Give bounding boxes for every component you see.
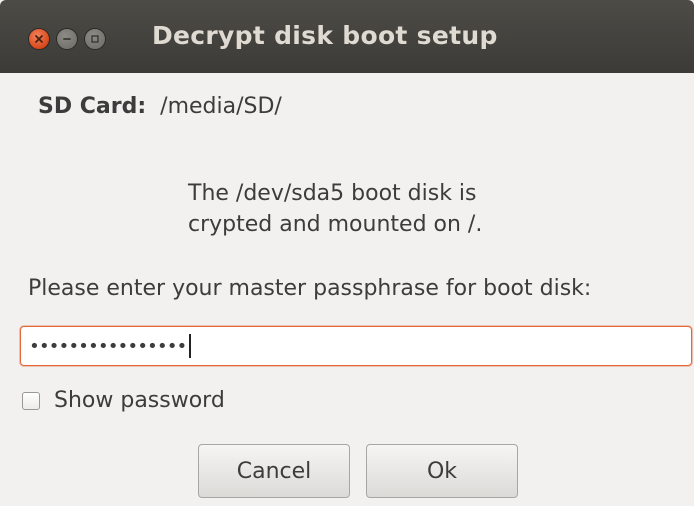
close-icon xyxy=(35,35,43,43)
show-password-label[interactable]: Show password xyxy=(54,388,225,413)
show-password-row[interactable]: Show password xyxy=(22,388,225,413)
sd-card-path: /media/SD/ xyxy=(160,94,282,119)
title-bar[interactable]: Decrypt disk boot setup xyxy=(0,0,694,73)
ok-button[interactable]: Ok xyxy=(366,444,518,498)
passphrase-input[interactable]: •••••••••••••••• xyxy=(20,326,692,366)
window-title: Decrypt disk boot setup xyxy=(152,21,498,50)
passphrase-prompt: Please enter your master passphrase for … xyxy=(28,276,592,301)
dialog-window: Decrypt disk boot setup SD Card: /media/S… xyxy=(0,0,694,506)
minimize-button[interactable] xyxy=(56,28,78,50)
sd-card-row: SD Card: /media/SD/ xyxy=(38,94,282,119)
info-line-1: The /dev/sda5 boot disk is xyxy=(188,181,477,206)
maximize-icon xyxy=(91,35,99,43)
sd-card-label: SD Card: xyxy=(38,94,147,119)
info-line-2: crypted and mounted on /. xyxy=(188,212,483,237)
info-message: The /dev/sda5 boot disk is crypted and m… xyxy=(0,178,694,240)
passphrase-masked-value: •••••••••••••••• xyxy=(29,335,187,357)
text-cursor xyxy=(189,334,192,358)
cancel-button[interactable]: Cancel xyxy=(198,444,350,498)
show-password-checkbox[interactable] xyxy=(22,391,40,410)
close-button[interactable] xyxy=(28,28,50,50)
minimize-icon xyxy=(63,38,71,40)
maximize-button[interactable] xyxy=(84,28,106,50)
